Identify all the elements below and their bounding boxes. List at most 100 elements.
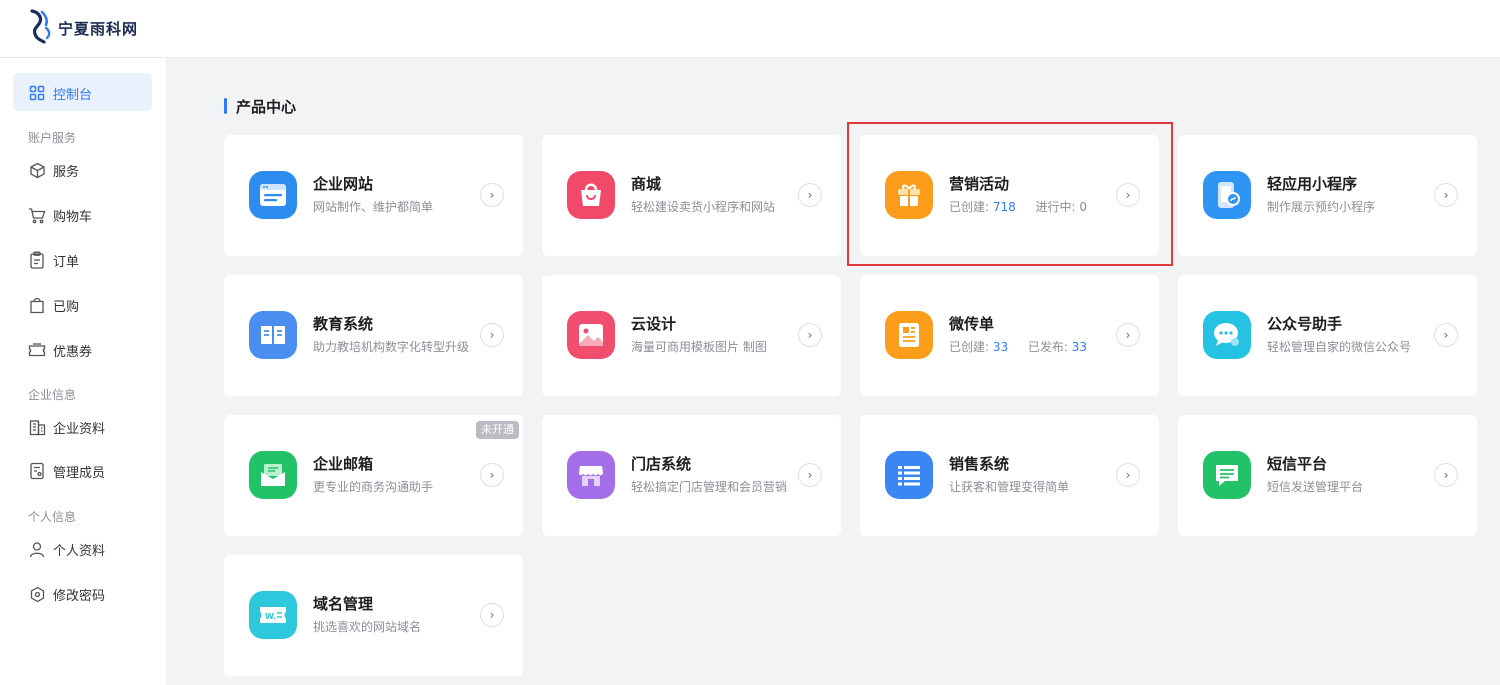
- product-card-website[interactable]: 企业网站 网站制作、维护都简单 ›: [224, 135, 523, 256]
- product-card-sms[interactable]: 短信平台 短信发送管理平台 ›: [1178, 415, 1477, 536]
- card-title: 轻应用小程序: [1267, 175, 1358, 193]
- chevron-right-icon[interactable]: ›: [1434, 463, 1458, 487]
- chevron-right-icon[interactable]: ›: [798, 323, 822, 347]
- flyer-document-icon: [885, 311, 933, 359]
- card-desc: 海量可商用模板图片 制图: [631, 340, 767, 354]
- sidebar-group-account: 账户服务: [28, 131, 77, 145]
- sidebar-item-password[interactable]: 修改密码: [28, 583, 105, 605]
- sidebar-item-label: 订单: [53, 254, 80, 270]
- member-list-icon: [28, 462, 46, 480]
- card-desc: 网站制作、维护都简单: [313, 200, 434, 214]
- chevron-right-icon[interactable]: ›: [798, 463, 822, 487]
- product-card-email[interactable]: 未开通 企业邮箱 更专业的商务沟通助手 ›: [224, 415, 523, 536]
- card-desc: 短信发送管理平台: [1267, 480, 1364, 494]
- created-count: 718: [992, 200, 1016, 214]
- sidebar-item-label: 企业资料: [53, 421, 106, 437]
- mail-icon: [249, 451, 297, 499]
- status-badge: 未开通: [476, 421, 519, 439]
- card-title: 短信平台: [1267, 455, 1328, 473]
- sidebar-group-personal: 个人信息: [28, 510, 77, 524]
- product-card-mall[interactable]: 商城 轻松建设卖货小程序和网站 ›: [542, 135, 841, 256]
- website-icon: [249, 171, 297, 219]
- storefront-icon: [567, 451, 615, 499]
- list-icon: [885, 451, 933, 499]
- card-title: 微传单: [949, 315, 995, 333]
- sidebar-item-label: 服务: [53, 164, 80, 180]
- sidebar-item-company-info[interactable]: 企业资料: [28, 416, 105, 438]
- card-title: 教育系统: [313, 315, 374, 333]
- sidebar-item-label: 控制台: [53, 87, 93, 103]
- published-count: 33: [1071, 340, 1087, 354]
- sidebar-item-label: 购物车: [53, 209, 93, 225]
- chevron-right-icon[interactable]: ›: [480, 323, 504, 347]
- sidebar-group-enterprise: 企业信息: [28, 388, 77, 402]
- card-desc: 制作展示预约小程序: [1267, 200, 1376, 214]
- sidebar-item-cart[interactable]: 购物车: [28, 204, 92, 226]
- sidebar-item-console[interactable]: 控制台: [28, 82, 92, 104]
- ongoing-count: 0: [1079, 200, 1087, 214]
- logo[interactable]: 宁夏雨科网: [28, 8, 138, 48]
- wechat-chat-icon: [1203, 311, 1251, 359]
- svg-text:W.: W.: [265, 612, 276, 621]
- gift-icon: [885, 171, 933, 219]
- ongoing-label: 进行中:: [1035, 200, 1076, 214]
- card-title: 企业邮箱: [313, 455, 374, 473]
- chevron-right-icon[interactable]: ›: [1116, 463, 1140, 487]
- building-icon: [28, 418, 46, 436]
- sidebar-item-label: 已购: [53, 299, 80, 315]
- domain-ticket-icon: W.: [249, 591, 297, 639]
- card-desc: 让获客和管理变得简单: [949, 480, 1070, 494]
- card-desc: 更专业的商务沟通助手: [313, 480, 434, 494]
- logo-mark-icon: [28, 8, 54, 48]
- sidebar-item-coupons[interactable]: 优惠券: [28, 339, 92, 361]
- product-card-miniapp[interactable]: 轻应用小程序 制作展示预约小程序 ›: [1178, 135, 1477, 256]
- product-card-flyer[interactable]: 微传单 已创建: 33 已发布: 33 ›: [860, 275, 1159, 396]
- card-title: 门店系统: [631, 455, 692, 473]
- product-card-education[interactable]: 教育系统 助力教培机构数字化转型升级 ›: [224, 275, 523, 396]
- section-title-bar: [224, 98, 227, 114]
- miniapp-phone-icon: [1203, 171, 1251, 219]
- chevron-right-icon[interactable]: ›: [1434, 183, 1458, 207]
- section-title: 产品中心: [224, 96, 296, 116]
- sidebar-item-purchased[interactable]: 已购: [28, 294, 79, 316]
- chevron-right-icon[interactable]: ›: [1116, 183, 1140, 207]
- card-title: 云设计: [631, 315, 677, 333]
- clipboard-icon: [28, 251, 46, 269]
- card-title: 公众号助手: [1267, 315, 1343, 333]
- chevron-right-icon[interactable]: ›: [798, 183, 822, 207]
- hexagon-lock-icon: [28, 585, 46, 603]
- chevron-right-icon[interactable]: ›: [480, 603, 504, 627]
- chevron-right-icon[interactable]: ›: [1116, 323, 1140, 347]
- message-icon: [1203, 451, 1251, 499]
- grid-icon: [28, 84, 46, 102]
- chevron-right-icon[interactable]: ›: [480, 463, 504, 487]
- product-card-wechat[interactable]: 公众号助手 轻松管理自家的微信公众号 ›: [1178, 275, 1477, 396]
- box-icon: [28, 161, 46, 179]
- card-title: 销售系统: [949, 455, 1010, 473]
- sidebar-item-profile[interactable]: 个人资料: [28, 538, 105, 560]
- product-card-domain[interactable]: W. 域名管理 挑选喜欢的网站域名 ›: [224, 555, 523, 676]
- shopping-bag-icon: [28, 296, 46, 314]
- product-card-sales[interactable]: 销售系统 让获客和管理变得简单 ›: [860, 415, 1159, 536]
- logo-text: 宁夏雨科网: [58, 19, 139, 38]
- chevron-right-icon[interactable]: ›: [1434, 323, 1458, 347]
- created-label: 已创建:: [949, 200, 990, 214]
- sidebar-item-members[interactable]: 管理成员: [28, 460, 105, 482]
- image-icon: [567, 311, 615, 359]
- product-card-store[interactable]: 门店系统 轻松搞定门店管理和会员营销 ›: [542, 415, 841, 536]
- published-label: 已发布:: [1027, 340, 1068, 354]
- card-desc: 轻松管理自家的微信公众号: [1267, 340, 1412, 354]
- card-desc: 助力教培机构数字化转型升级: [313, 340, 470, 354]
- card-title: 域名管理: [313, 595, 374, 613]
- card-desc: 挑选喜欢的网站域名: [313, 620, 422, 634]
- sidebar: 控制台 账户服务 服务 购物车 订单 已购 优惠券 企业信息 企业资料 管理成员…: [0, 58, 167, 685]
- sidebar-item-orders[interactable]: 订单: [28, 249, 79, 271]
- product-card-design[interactable]: 云设计 海量可商用模板图片 制图 ›: [542, 275, 841, 396]
- sidebar-item-label: 个人资料: [53, 543, 106, 559]
- chevron-right-icon[interactable]: ›: [480, 183, 504, 207]
- card-title: 商城: [631, 175, 662, 193]
- sidebar-item-service[interactable]: 服务: [28, 159, 79, 181]
- card-stats: 已创建: 33 已发布: 33: [949, 338, 1087, 355]
- card-desc: 轻松搞定门店管理和会员营销: [631, 480, 788, 494]
- product-card-marketing[interactable]: 营销活动 已创建: 718 进行中: 0 ›: [860, 135, 1159, 256]
